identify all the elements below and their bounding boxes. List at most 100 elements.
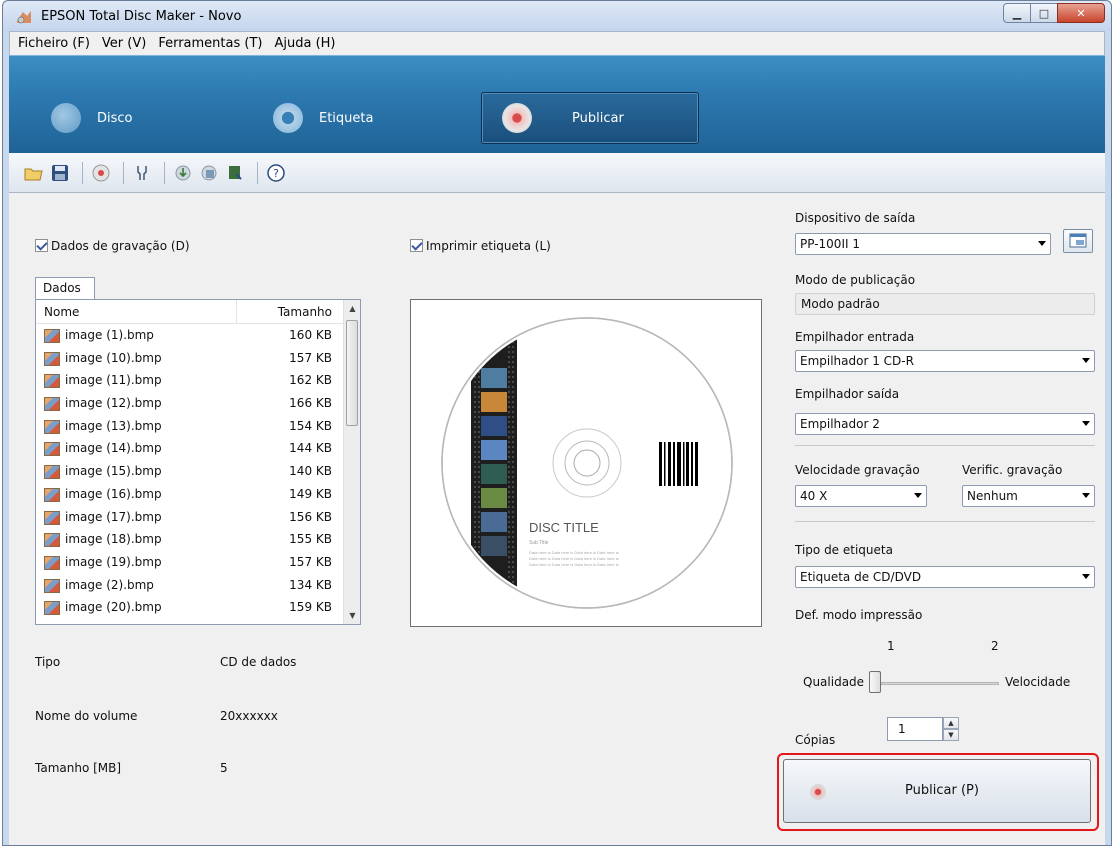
file-size: 162 KB	[289, 373, 332, 388]
chevron-down-icon	[1082, 493, 1090, 498]
publish-button[interactable]: Publicar (P)	[783, 759, 1091, 823]
verify-select[interactable]: Nenhum	[962, 485, 1095, 507]
file-size: 156 KB	[289, 509, 332, 524]
tab-publish-label: Publicar	[572, 110, 624, 126]
bitmap-file-icon	[44, 397, 60, 412]
label-preview: DISC TITLE Sub Title Data here is Data h…	[410, 299, 762, 627]
input-stacker-label: Empilhador entrada	[795, 330, 915, 344]
settings-tools-icon[interactable]	[131, 162, 153, 184]
disc-icon	[51, 103, 81, 133]
scroll-up-icon[interactable]: ▲	[344, 300, 360, 317]
import-icon[interactable]	[172, 162, 194, 184]
output-device-select[interactable]: PP-100II 1	[795, 233, 1051, 255]
file-name: image (13).bmp	[65, 418, 162, 433]
verify-label: Verific. gravação	[962, 463, 1063, 477]
export-icon[interactable]	[198, 162, 220, 184]
server-icon[interactable]	[224, 162, 246, 184]
output-stacker-value: Empilhador 2	[800, 417, 880, 431]
print-mode-slider-thumb[interactable]	[869, 671, 881, 693]
tab-data[interactable]: Dados	[35, 277, 95, 299]
list-item[interactable]: image (17).bmp 156 KB	[36, 508, 344, 531]
publish-disc-icon[interactable]	[90, 162, 112, 184]
col-size[interactable]: Tamanho	[278, 305, 332, 319]
minimize-button[interactable]: ▁	[1003, 3, 1031, 23]
list-item[interactable]: image (20).bmp 159 KB	[36, 598, 344, 621]
chevron-down-icon	[1082, 574, 1090, 579]
bitmap-file-icon	[44, 578, 60, 593]
bitmap-file-icon	[44, 374, 60, 389]
copies-input[interactable]: 1	[887, 717, 943, 741]
size-mb-label: Tamanho [MB]	[35, 761, 122, 775]
print-mode-label: Def. modo impressão	[795, 608, 923, 622]
menu-tools[interactable]: Ferramentas (T)	[152, 36, 268, 51]
label-type-value: Etiqueta de CD/DVD	[800, 570, 922, 584]
label-type-label: Tipo de etiqueta	[795, 543, 893, 557]
help-icon[interactable]: ?	[265, 162, 287, 184]
output-stacker-label: Empilhador saída	[795, 387, 900, 401]
menu-view[interactable]: Ver (V)	[96, 36, 152, 51]
output-device-label: Dispositivo de saída	[795, 211, 916, 225]
slider-tick-1: 1	[887, 639, 895, 653]
list-item[interactable]: image (13).bmp 154 KB	[36, 417, 344, 440]
close-button[interactable]: ✕	[1057, 3, 1105, 23]
title-bar[interactable]: EPSON Total Disc Maker - Novo ▁ □ ✕	[3, 1, 1111, 31]
device-window-icon	[1069, 233, 1087, 248]
file-list[interactable]: Nome Tamanho image (1).bmp 160 KB image (1…	[35, 299, 361, 625]
col-name[interactable]: Nome	[44, 305, 79, 319]
write-speed-select[interactable]: 40 X	[795, 485, 927, 507]
open-folder-icon[interactable]	[23, 162, 45, 184]
file-list-scrollbar[interactable]: ▲ ▼	[343, 300, 360, 624]
slider-right-label: Velocidade	[1005, 675, 1071, 689]
data-checkbox[interactable]: Dados de gravação (D)	[35, 239, 190, 253]
input-stacker-select[interactable]: Empilhador 1 CD-R	[795, 350, 1095, 372]
list-item[interactable]: image (12).bmp 166 KB	[36, 394, 344, 417]
chevron-down-icon	[1038, 241, 1046, 246]
file-name: image (2).bmp	[65, 577, 154, 592]
list-item[interactable]: image (11).bmp 162 KB	[36, 371, 344, 394]
print-label-checkbox-label: Imprimir etiqueta (L)	[426, 239, 551, 253]
scroll-thumb[interactable]	[346, 320, 358, 426]
list-item[interactable]: image (10).bmp 157 KB	[36, 349, 344, 372]
tab-label-label: Etiqueta	[319, 110, 374, 126]
bitmap-file-icon	[44, 465, 60, 480]
toolbar: ?	[9, 153, 1105, 193]
print-mode-slider-track[interactable]	[881, 682, 999, 685]
disc-body-text-3: Data here is Data here is Data here is D…	[529, 562, 619, 567]
file-size: 154 KB	[289, 418, 332, 433]
chevron-down-icon	[1082, 358, 1090, 363]
list-item[interactable]: image (14).bmp 144 KB	[36, 439, 344, 462]
copies-spinner[interactable]: ▲ ▼	[943, 717, 959, 741]
print-label-checkbox-box[interactable]	[410, 239, 423, 252]
list-item[interactable]: image (16).bmp 149 KB	[36, 485, 344, 508]
list-item[interactable]: image (2).bmp 134 KB	[36, 576, 344, 599]
tab-disc[interactable]: Disco	[51, 92, 133, 144]
file-name: image (18).bmp	[65, 532, 162, 547]
bitmap-file-icon	[44, 601, 60, 616]
bitmap-file-icon	[44, 555, 60, 570]
output-stacker-select[interactable]: Empilhador 2	[795, 413, 1095, 435]
file-name: image (19).bmp	[65, 554, 162, 569]
spin-down-icon[interactable]: ▼	[943, 729, 959, 741]
list-item[interactable]: image (1).bmp 160 KB	[36, 326, 344, 349]
menu-bar: Ficheiro (F) Ver (V) Ferramentas (T) Aju…	[9, 31, 1105, 55]
device-settings-button[interactable]	[1063, 229, 1093, 253]
list-item[interactable]: image (15).bmp 140 KB	[36, 462, 344, 485]
file-name: image (17).bmp	[65, 509, 162, 524]
file-size: 166 KB	[289, 396, 332, 411]
file-name: image (1).bmp	[65, 328, 154, 342]
save-icon[interactable]	[49, 162, 71, 184]
spin-up-icon[interactable]: ▲	[943, 717, 959, 729]
list-item[interactable]: image (18).bmp 155 KB	[36, 530, 344, 553]
tab-label[interactable]: Etiqueta	[273, 92, 373, 144]
menu-file[interactable]: Ficheiro (F)	[12, 36, 96, 51]
maximize-button[interactable]: □	[1030, 3, 1058, 23]
data-checkbox-box[interactable]	[35, 239, 48, 252]
write-speed-label: Velocidade gravação	[795, 463, 920, 477]
bitmap-file-icon	[44, 442, 60, 457]
menu-help[interactable]: Ajuda (H)	[268, 36, 341, 51]
scroll-down-icon[interactable]: ▼	[344, 607, 360, 624]
tab-publish[interactable]: Publicar	[481, 92, 699, 144]
label-type-select[interactable]: Etiqueta de CD/DVD	[795, 566, 1095, 588]
print-label-checkbox[interactable]: Imprimir etiqueta (L)	[410, 239, 551, 253]
list-item[interactable]: image (19).bmp 157 KB	[36, 553, 344, 576]
